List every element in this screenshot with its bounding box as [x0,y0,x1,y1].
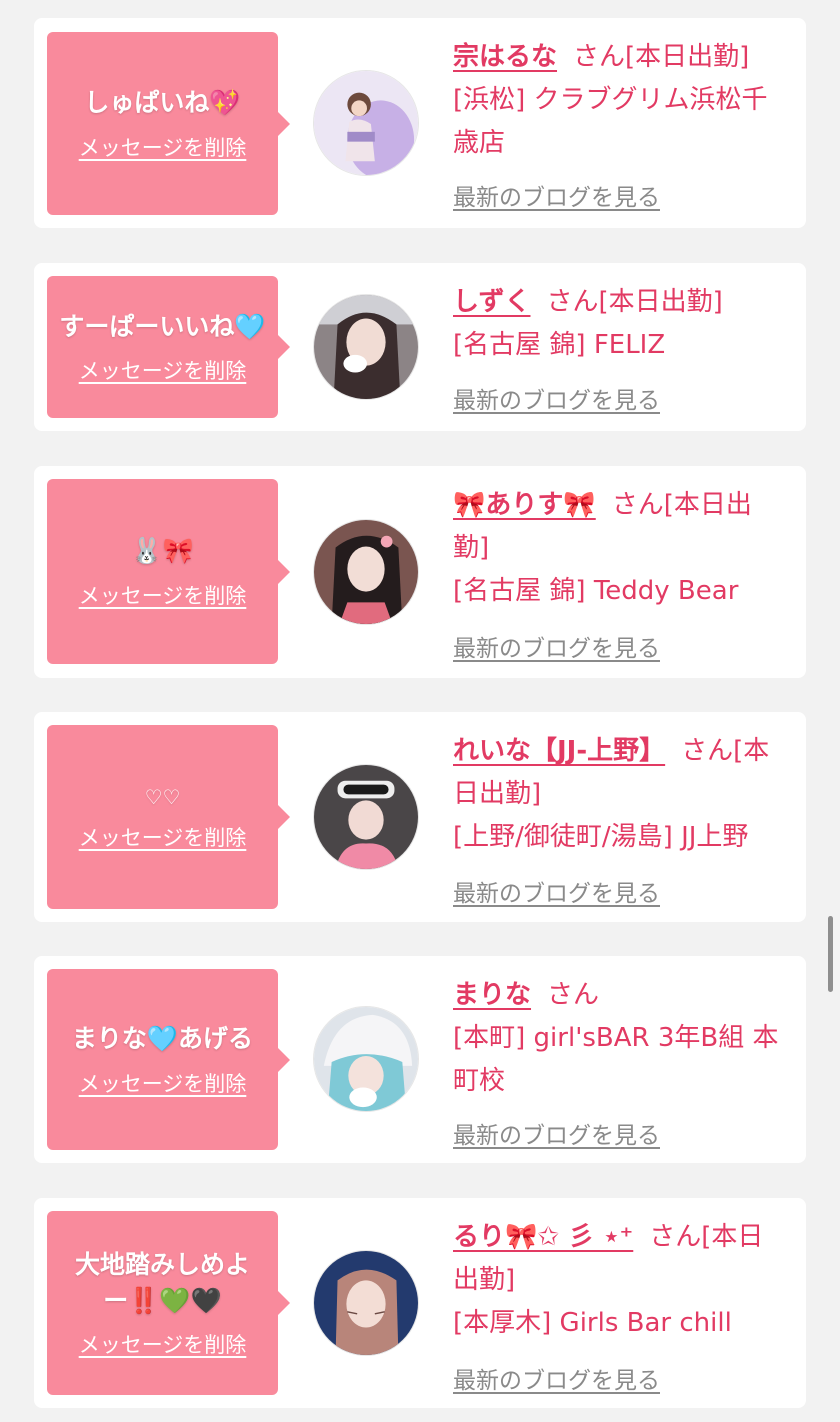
delete-message-link[interactable]: メッセージを削除 [79,580,247,610]
avatar[interactable] [313,519,419,625]
latest-blog-link[interactable]: 最新のブログを見る [453,381,660,415]
message-bubble: すーぱーいいね🩵 メッセージを削除 [47,276,290,418]
delete-message-link[interactable]: メッセージを削除 [79,355,247,385]
honorific-status: さん[本日出勤] [573,42,750,72]
shop-area: [本町] girl'sBAR 3年B組 本町校 [453,1023,779,1096]
avatar-photo [314,765,418,869]
avatar-photo [314,1251,418,1355]
cast-info: るり🎀✩ 彡 ⋆⁺ さん[本日出勤] [本厚木] Girls Bar chill [453,1216,782,1345]
cast-info: 🎀ありす🎀 さん[本日出勤] [名古屋 錦] Teddy Bear [453,484,782,613]
latest-blog-link[interactable]: 最新のブログを見る [453,629,660,663]
avatar[interactable] [313,294,419,400]
scrollbar[interactable] [828,916,833,992]
honorific-status: さん [547,980,600,1010]
shop-area: [本厚木] Girls Bar chill [453,1308,732,1338]
honorific-status: さん[本日出勤] [546,287,723,317]
cast-name-link[interactable]: まりな [453,980,531,1010]
list-item: しゅぱいね💖 メッセージを削除 宗はるな さん[本日出勤] [浜松] クラブグリム… [34,18,806,228]
cast-name-link[interactable]: しずく [453,287,530,317]
cast-info: しずく さん[本日出勤] [名古屋 錦] FELIZ [453,281,782,367]
avatar-photo [314,295,418,399]
message-bubble: ♡♡ メッセージを削除 [47,725,290,909]
shop-area: [上野/御徒町/湯島] JJ上野 [453,822,749,852]
avatar-photo [314,520,418,624]
avatar[interactable] [313,1250,419,1356]
avatar-photo [314,1007,418,1111]
message-text: 大地踏みしめよー‼️💚🖤 [74,1249,250,1315]
delete-message-link[interactable]: メッセージを削除 [79,1329,247,1359]
message-bubble: しゅぱいね💖 メッセージを削除 [47,32,290,215]
latest-blog-link[interactable]: 最新のブログを見る [453,1116,660,1150]
list-item: ♡♡ メッセージを削除 れいな【JJ-上野】 さん[本日出勤] [上野/御徒町/湯… [34,712,806,922]
latest-blog-link[interactable]: 最新のブログを見る [453,1361,660,1395]
list-item: まりな🩵あげる メッセージを削除 まりな さん [本町] girl'sBAR 3年… [34,956,806,1163]
shop-area: [名古屋 錦] Teddy Bear [453,576,739,606]
list-item: すーぱーいいね🩵 メッセージを削除 しずく さん[本日出勤] [名古屋 錦] FE… [34,263,806,431]
cast-info: れいな【JJ-上野】 さん[本日出勤] [上野/御徒町/湯島] JJ上野 [453,730,782,859]
list-item: 🐰🎀 メッセージを削除 🎀ありす🎀 さん[本日出勤] [名古屋 錦] Teddy … [34,466,806,678]
message-text: ♡♡ [144,784,181,809]
cast-info: 宗はるな さん[本日出勤] [浜松] クラブグリム浜松千歳店 [453,36,782,165]
message-bubble: まりな🩵あげる メッセージを削除 [47,969,290,1150]
message-text: 🐰🎀 [131,536,194,566]
avatar[interactable] [313,70,419,176]
cast-name-link[interactable]: れいな【JJ-上野】 [453,736,665,766]
avatar[interactable] [313,1006,419,1112]
message-text: すーぱーいいね🩵 [59,311,266,341]
delete-message-link[interactable]: メッセージを削除 [79,132,247,162]
cast-name-link[interactable]: るり🎀✩ 彡 ⋆⁺ [453,1222,633,1252]
avatar[interactable] [313,764,419,870]
avatar-photo [314,71,418,175]
list-item: 大地踏みしめよー‼️💚🖤 メッセージを削除 るり🎀✩ 彡 ⋆⁺ さん[本日出勤] … [34,1198,806,1408]
delete-message-link[interactable]: メッセージを削除 [79,822,247,852]
message-bubble: 大地踏みしめよー‼️💚🖤 メッセージを削除 [47,1211,290,1395]
message-text: まりな🩵あげる [71,1024,254,1054]
cast-name-link[interactable]: 宗はるな [453,42,557,72]
message-bubble: 🐰🎀 メッセージを削除 [47,479,290,664]
cast-name-link[interactable]: 🎀ありす🎀 [453,490,596,520]
cast-info: まりな さん [本町] girl'sBAR 3年B組 本町校 [453,974,782,1103]
message-text: しゅぱいね💖 [84,88,241,118]
shop-area: [浜松] クラブグリム浜松千歳店 [453,85,768,158]
delete-message-link[interactable]: メッセージを削除 [79,1068,247,1098]
shop-area: [名古屋 錦] FELIZ [453,330,666,360]
latest-blog-link[interactable]: 最新のブログを見る [453,874,660,908]
latest-blog-link[interactable]: 最新のブログを見る [453,178,660,212]
